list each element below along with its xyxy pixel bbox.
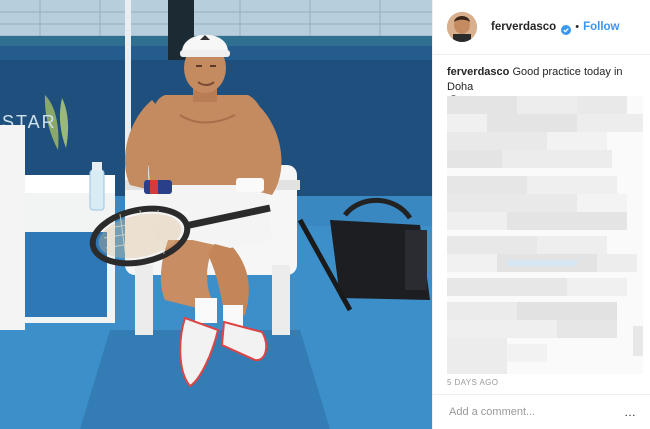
follow-button[interactable]: Follow: [583, 21, 619, 33]
post-timestamp[interactable]: 5 DAYS AGO: [447, 378, 498, 387]
post-sidebar: ferverdasco • Follow ferverdasco Good pr…: [432, 0, 650, 429]
avatar[interactable]: [447, 12, 477, 42]
comment-input[interactable]: [447, 405, 624, 419]
username-link[interactable]: ferverdasco: [491, 21, 556, 33]
blurred-comments: [447, 96, 643, 374]
verified-badge-icon: [561, 22, 572, 35]
instagram-post: STAR ferverdasco • Follow ferverdasco Go…: [0, 0, 650, 429]
post-header: ferverdasco • Follow: [433, 0, 650, 55]
post-photo[interactable]: STAR: [0, 0, 432, 429]
caption-username[interactable]: ferverdasco: [447, 66, 509, 78]
more-options-icon[interactable]: …: [624, 405, 636, 419]
comment-box: …: [433, 394, 650, 429]
separator-dot: •: [575, 21, 580, 33]
